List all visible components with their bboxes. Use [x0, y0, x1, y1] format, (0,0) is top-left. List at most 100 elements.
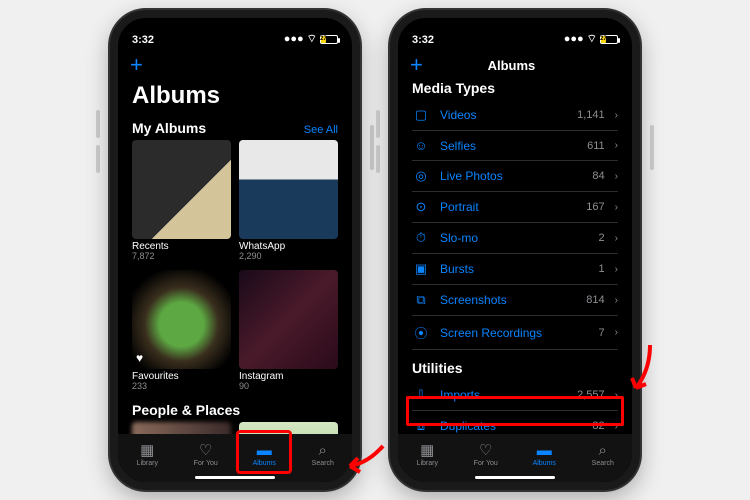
media-row-slo-mo[interactable]: ⏱ Slo-mo 2 › — [412, 223, 618, 254]
clock: 3:32 — [412, 34, 434, 46]
my-albums-header: My Albums — [132, 120, 206, 136]
media-row-videos[interactable]: ▢ Videos 1,141 › — [412, 100, 618, 131]
media-row-screen-recordings[interactable]: ⦿ Screen Recordings 7 › — [412, 316, 618, 350]
media-row-screenshots[interactable]: ⧉ Screenshots 814 › — [412, 285, 618, 316]
phone-left: 3:32 ●●● ⌔ 27 + Albums My Albums See All… — [110, 10, 360, 490]
media-row-live-photos[interactable]: ◎ Live Photos 84 › — [412, 161, 618, 192]
row-label: Videos — [440, 108, 567, 122]
chevron-icon: › — [615, 421, 618, 432]
album-count: 233 — [132, 382, 231, 392]
row-label: Duplicates — [440, 419, 582, 433]
heart-icon: ♥ — [136, 351, 143, 365]
chevron-icon: › — [615, 202, 618, 213]
library-icon: ▦ — [420, 441, 434, 459]
home-indicator[interactable] — [195, 476, 275, 479]
row-icon: ⇩ — [412, 387, 430, 403]
row-count: 82 — [592, 420, 604, 432]
row-count: 611 — [587, 140, 605, 152]
tab-library[interactable]: ▦Library — [398, 434, 457, 474]
tab-for-you[interactable]: ♡For You — [457, 434, 516, 474]
row-count: 1,141 — [577, 109, 605, 121]
row-count: 2,557 — [577, 389, 605, 401]
tab-search[interactable]: ⌕Search — [574, 434, 633, 474]
row-count: 167 — [586, 201, 604, 213]
library-icon: ▦ — [140, 441, 154, 459]
media-types-header: Media Types — [412, 80, 495, 96]
chevron-icon: › — [615, 140, 618, 151]
album-recents[interactable]: Recents7,872 — [132, 140, 231, 262]
utility-row-imports[interactable]: ⇩ Imports 2,557 › — [412, 380, 618, 411]
row-count: 84 — [592, 170, 604, 182]
nav-title: Albums — [403, 58, 620, 73]
row-label: Screenshots — [440, 293, 576, 307]
row-icon: ⏱ — [412, 230, 430, 246]
album-thumbnail — [239, 140, 338, 239]
row-label: Live Photos — [440, 169, 582, 183]
album-thumbnail: ♥ — [132, 270, 231, 369]
chevron-icon: › — [615, 233, 618, 244]
media-row-selfies[interactable]: ☺ Selfies 611 › — [412, 131, 618, 161]
places-tile[interactable] — [239, 422, 338, 434]
album-whatsapp[interactable]: WhatsApp2,290 — [239, 140, 338, 262]
row-count: 1 — [599, 263, 605, 275]
album-favourites[interactable]: ♥ Favourites233 — [132, 270, 231, 392]
tab-for-you[interactable]: ♡For You — [177, 434, 236, 474]
row-count: 7 — [599, 327, 605, 339]
battery-icon: 27 — [600, 35, 618, 44]
battery-icon: 27 — [320, 35, 338, 44]
phone-right: 3:32 ●●● ⌔ 27 + Albums Media Types ▢Vide… — [390, 10, 640, 490]
row-label: Selfies — [440, 139, 577, 153]
media-row-portrait[interactable]: ⊙ Portrait 167 › — [412, 192, 618, 223]
people-places-header: People & Places — [118, 392, 352, 422]
notch — [460, 18, 570, 40]
row-icon: ▢ — [412, 107, 430, 123]
tab-albums[interactable]: ▬Albums — [515, 434, 574, 474]
row-icon: ⊙ — [412, 199, 430, 215]
tab-search[interactable]: ⌕Search — [294, 434, 353, 474]
add-button[interactable]: + — [130, 52, 143, 78]
row-icon: ▣ — [412, 261, 430, 277]
home-indicator[interactable] — [475, 476, 555, 479]
row-label: Bursts — [440, 262, 589, 276]
album-count: 7,872 — [132, 252, 231, 262]
people-tile[interactable] — [132, 422, 231, 434]
row-count: 814 — [586, 294, 604, 306]
tab-bar: ▦Library ♡For You ▬Albums ⌕Search — [398, 434, 632, 482]
search-icon: ⌕ — [599, 442, 607, 459]
clock: 3:32 — [132, 34, 154, 46]
row-label: Portrait — [440, 200, 576, 214]
tab-albums[interactable]: ▬Albums — [235, 434, 294, 474]
album-thumbnail — [239, 270, 338, 369]
utilities-header: Utilities — [412, 360, 463, 376]
see-all-link[interactable]: See All — [304, 124, 338, 136]
album-instagram[interactable]: Instagram90 — [239, 270, 338, 392]
search-icon: ⌕ — [319, 442, 327, 459]
row-icon: ⧈ — [412, 418, 430, 434]
page-title: Albums — [118, 80, 352, 116]
row-count: 2 — [599, 232, 605, 244]
for-you-icon: ♡ — [199, 441, 212, 459]
chevron-icon: › — [615, 327, 618, 338]
for-you-icon: ♡ — [479, 441, 492, 459]
chevron-icon: › — [615, 110, 618, 121]
row-icon: ⦿ — [412, 323, 430, 342]
chevron-icon: › — [615, 171, 618, 182]
row-icon: ⧉ — [412, 292, 430, 308]
notch — [180, 18, 290, 40]
row-label: Screen Recordings — [440, 326, 589, 340]
albums-icon: ▬ — [537, 442, 552, 459]
row-icon: ☺ — [412, 138, 430, 153]
media-row-bursts[interactable]: ▣ Bursts 1 › — [412, 254, 618, 285]
utility-row-duplicates[interactable]: ⧈ Duplicates 82 › — [412, 411, 618, 434]
album-count: 2,290 — [239, 252, 338, 262]
chevron-icon: › — [615, 390, 618, 401]
album-count: 90 — [239, 382, 338, 392]
row-label: Slo-mo — [440, 231, 589, 245]
row-icon: ◎ — [412, 168, 430, 184]
row-label: Imports — [440, 388, 567, 402]
tab-bar: ▦Library ♡For You ▬Albums ⌕Search — [118, 434, 352, 482]
chevron-icon: › — [615, 295, 618, 306]
albums-icon: ▬ — [257, 442, 272, 459]
tab-library[interactable]: ▦Library — [118, 434, 177, 474]
chevron-icon: › — [615, 264, 618, 275]
